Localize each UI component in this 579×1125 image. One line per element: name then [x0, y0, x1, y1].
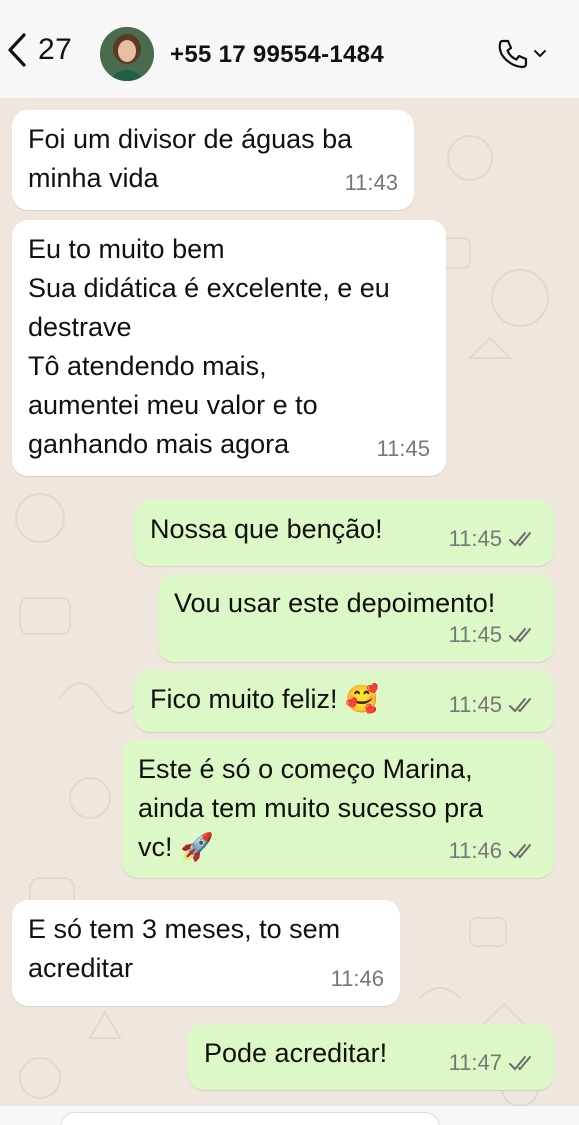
message-time: 11:45: [448, 692, 502, 717]
back-button[interactable]: 27: [4, 30, 72, 70]
chat-header: 27 +55 17 99554-1484: [0, 0, 579, 98]
contact-name[interactable]: +55 17 99554-1484: [170, 41, 384, 69]
message-input[interactable]: [60, 1112, 440, 1125]
double-check-icon: [509, 697, 531, 712]
avatar-image: [100, 27, 154, 81]
message-bubble-outgoing[interactable]: Vou usar este depoimento! 11:45: [158, 574, 554, 662]
message-bubble-incoming[interactable]: Eu to muito bem Sua didática é excelente…: [12, 220, 446, 476]
message-bubble-outgoing[interactable]: Fico muito feliz! 🥰 11:45: [134, 670, 554, 732]
message-bubble-outgoing[interactable]: Nossa que benção! 11:45: [134, 500, 554, 566]
double-check-icon: [509, 843, 531, 858]
message-time: 11:46: [330, 966, 384, 991]
message-bubble-incoming[interactable]: Foi um divisor de águas ba minha vida 11…: [12, 110, 414, 210]
chevron-down-icon: [534, 50, 546, 58]
double-check-icon: [509, 1055, 531, 1070]
message-text: Eu to muito bem Sua didática é excelente…: [28, 234, 390, 459]
message-bubble-outgoing[interactable]: Pode acreditar! 11:47: [188, 1024, 554, 1090]
message-time: 11:45: [376, 436, 430, 461]
message-time: 11:43: [344, 170, 398, 195]
message-time: 11:46: [448, 838, 502, 863]
message-list[interactable]: Foi um divisor de águas ba minha vida 11…: [0, 98, 579, 1125]
message-bubble-incoming[interactable]: E só tem 3 meses, to sem acreditar 11:46: [12, 900, 400, 1006]
message-time: 11:45: [448, 622, 502, 647]
chevron-left-icon: [8, 33, 26, 67]
contact-avatar[interactable]: [100, 27, 154, 81]
unread-count: 27: [38, 33, 73, 66]
phone-icon: [498, 39, 528, 69]
call-button[interactable]: [496, 37, 547, 71]
double-check-icon: [509, 531, 531, 546]
double-check-icon: [509, 627, 531, 642]
message-bubble-outgoing[interactable]: Este é só o começo Marina, ainda tem mui…: [122, 740, 554, 878]
message-time: 11:45: [448, 526, 502, 551]
message-text: Foi um divisor de águas ba minha vida: [28, 124, 353, 193]
message-time: 11:47: [448, 1050, 502, 1075]
